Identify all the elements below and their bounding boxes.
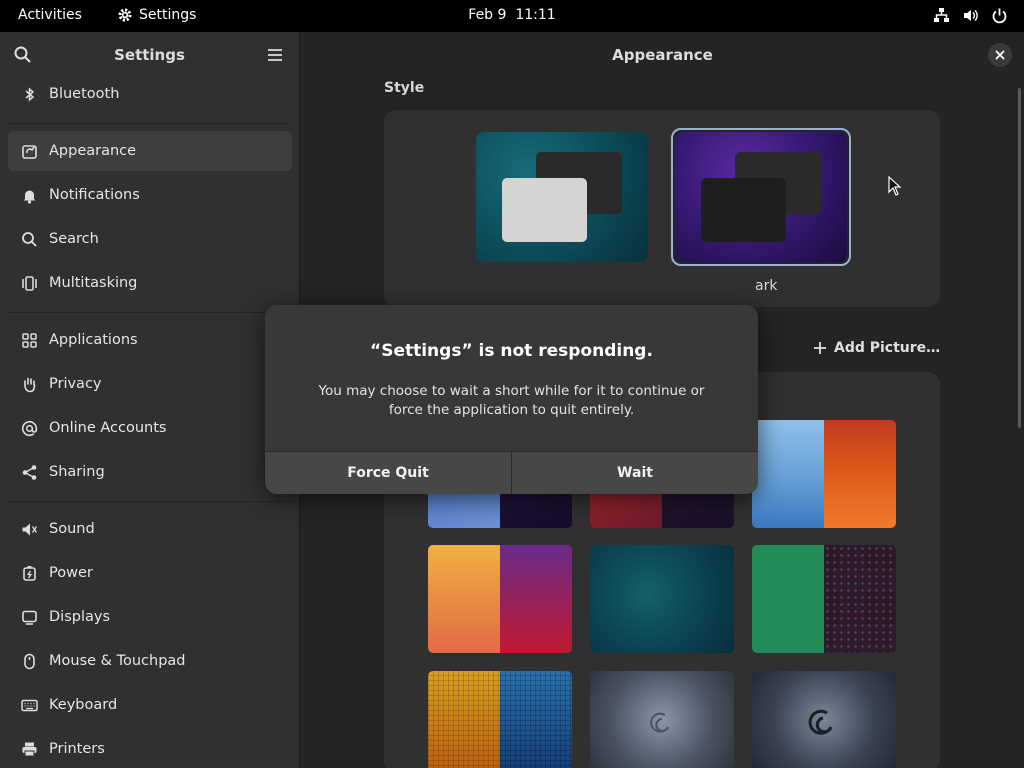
sidebar-item-bluetooth[interactable]: Bluetooth [8, 74, 292, 114]
add-picture-label: Add Picture… [834, 340, 941, 356]
sidebar-item-applications[interactable]: Applications [8, 320, 292, 360]
dialog-button-row: Force Quit Wait [265, 451, 758, 494]
activities-button[interactable]: Activities [18, 7, 82, 23]
search-button[interactable] [13, 45, 33, 65]
dialog-message: You may choose to wait a short while for… [318, 383, 705, 418]
sidebar-item-label: Notifications [49, 187, 140, 203]
sidebar-item-search[interactable]: Search [8, 219, 292, 259]
sidebar-item-label: Sharing [49, 464, 105, 480]
force-quit-button[interactable]: Force Quit [265, 452, 511, 494]
keyboard-icon [19, 695, 39, 715]
mouse-cursor-icon [888, 176, 902, 196]
content-header: Appearance [301, 32, 1024, 78]
bluetooth-icon [19, 84, 39, 104]
style-option-dark-label: ark [755, 278, 778, 294]
close-icon [995, 50, 1005, 60]
speaker-icon [19, 519, 39, 539]
debian-swirl-icon [808, 709, 833, 735]
gear-icon [118, 8, 132, 22]
add-picture-button[interactable]: Add Picture… [812, 340, 940, 356]
main-menu-button[interactable] [265, 45, 285, 65]
date-label: Feb 9 [468, 7, 507, 23]
share-icon [19, 462, 39, 482]
sidebar-item-keyboard[interactable]: Keyboard [8, 685, 292, 725]
sidebar-item-label: Search [49, 231, 99, 247]
sidebar-item-label: Sound [49, 521, 95, 537]
style-option-default[interactable] [476, 132, 648, 262]
wallpaper-tile[interactable] [590, 671, 734, 768]
time-label: 11:11 [515, 7, 556, 23]
app-menu-button[interactable]: Settings [117, 7, 196, 23]
sidebar-divider [8, 123, 292, 124]
style-preview-window-front [502, 178, 587, 242]
wallpaper-tile[interactable] [752, 420, 896, 528]
sidebar-item-sound[interactable]: Sound [8, 509, 292, 549]
sidebar-item-label: Appearance [49, 143, 137, 159]
dialog-title: “Settings” is not responding. [370, 341, 653, 361]
sidebar-divider [8, 501, 292, 502]
sidebar-item-power[interactable]: Power [8, 553, 292, 593]
scrollbar[interactable] [1018, 88, 1021, 428]
sidebar-item-notifications[interactable]: Notifications [8, 175, 292, 215]
wallpaper-tile[interactable] [428, 671, 572, 768]
at-icon [19, 418, 39, 438]
app-menu-label: Settings [139, 7, 197, 23]
network-icon [934, 8, 949, 22]
sidebar-item-online-accounts[interactable]: Online Accounts [8, 408, 292, 448]
display-icon [19, 607, 39, 627]
appearance-icon [19, 141, 39, 161]
wallpaper-tile[interactable] [590, 545, 734, 653]
volume-icon [964, 10, 978, 21]
sidebar-item-label: Privacy [49, 376, 102, 392]
style-preview-window-front [701, 178, 786, 242]
sidebar-item-appearance[interactable]: Appearance [8, 131, 292, 171]
search-icon [14, 46, 31, 63]
sidebar-item-label: Displays [49, 609, 111, 625]
hamburger-icon [268, 49, 282, 61]
sidebar-item-label: Printers [49, 741, 105, 757]
page-title: Appearance [612, 46, 713, 64]
style-option-dark[interactable] [675, 132, 847, 262]
apps-grid-icon [19, 330, 39, 350]
not-responding-dialog: “Settings” is not responding. You may ch… [265, 305, 758, 494]
sidebar-item-printers[interactable]: Printers [8, 729, 292, 768]
wallpaper-tile[interactable] [752, 545, 896, 653]
style-card [384, 110, 940, 307]
close-button[interactable] [988, 43, 1012, 67]
top-bar: Activities Settings Feb 9 11:11 [0, 0, 1024, 32]
multitasking-icon [19, 273, 39, 293]
sidebar-item-multitasking[interactable]: Multitasking [8, 263, 292, 303]
sidebar-item-privacy[interactable]: Privacy [8, 364, 292, 404]
power-icon [992, 8, 1007, 24]
wallpaper-tile[interactable] [752, 671, 896, 768]
sidebar-item-sharing[interactable]: Sharing [8, 452, 292, 492]
sidebar-item-label: Online Accounts [49, 420, 167, 436]
system-tray[interactable] [933, 7, 1008, 24]
wait-button[interactable]: Wait [511, 452, 758, 494]
sidebar-item-label: Multitasking [49, 275, 138, 291]
sidebar-item-label: Mouse & Touchpad [49, 653, 186, 669]
sidebar-item-label: Power [49, 565, 93, 581]
battery-icon [19, 563, 39, 583]
sidebar-item-mouse-touchpad[interactable]: Mouse & Touchpad [8, 641, 292, 681]
wallpaper-tile[interactable] [428, 545, 572, 653]
hand-icon [19, 374, 39, 394]
mouse-icon [19, 651, 39, 671]
bell-icon [19, 185, 39, 205]
style-heading: Style [384, 80, 425, 96]
sidebar-item-label: Bluetooth [49, 86, 120, 102]
sidebar-item-displays[interactable]: Displays [8, 597, 292, 637]
clock-button[interactable]: Feb 9 11:11 [468, 7, 555, 23]
sidebar-item-label: Keyboard [49, 697, 118, 713]
sidebar-header: Settings [0, 32, 299, 78]
sidebar-title: Settings [114, 46, 185, 64]
sidebar: Settings Bluetooth Appearance Notificati… [0, 32, 300, 768]
debian-swirl-icon [650, 712, 669, 733]
sidebar-item-label: Applications [49, 332, 138, 348]
sidebar-divider [8, 312, 292, 313]
plus-icon [814, 342, 826, 354]
printer-icon [19, 739, 39, 759]
search-icon [19, 229, 39, 249]
